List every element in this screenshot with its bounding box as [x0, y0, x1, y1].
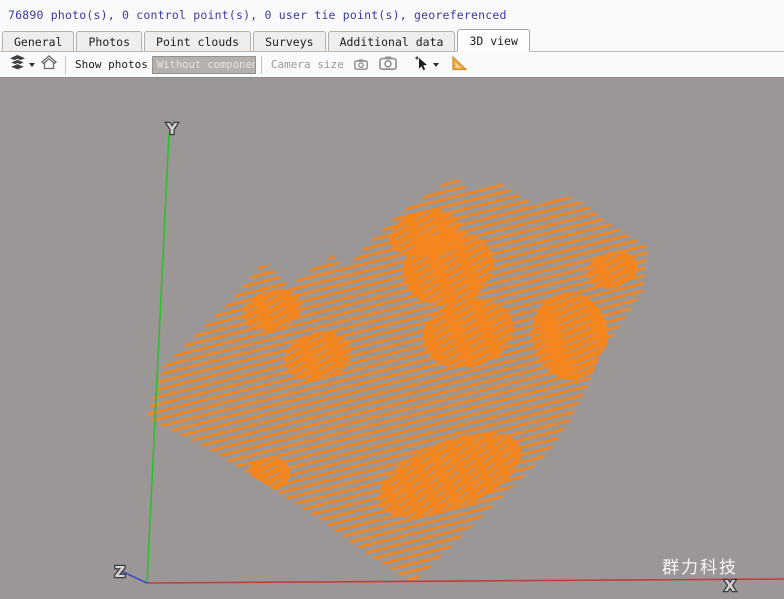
- viewport-3d-canvas: Y Z X 群力科技: [0, 78, 784, 599]
- chevron-down-icon: [433, 63, 439, 67]
- camera-small-icon: [354, 55, 368, 74]
- camera-size-large-button[interactable]: [379, 55, 397, 74]
- measure-tool-button[interactable]: [450, 55, 468, 75]
- viewport-3d[interactable]: Y Z X 群力科技: [0, 78, 784, 599]
- selection-tool-button[interactable]: [414, 55, 439, 75]
- home-icon: [41, 55, 57, 74]
- photogrammetry-app-window: 76890 photo(s), 0 control point(s), 0 us…: [0, 0, 784, 599]
- layers-icon: [9, 55, 26, 74]
- y-axis-label: Y: [166, 120, 179, 138]
- toolbar-separator: [261, 56, 262, 74]
- select-pointer-icon: [414, 55, 430, 75]
- component-filter-dropdown[interactable]: Without component: [152, 56, 256, 74]
- component-filter-value: Without component: [157, 59, 256, 71]
- measure-triangle-icon: [450, 55, 468, 75]
- home-view-button[interactable]: [41, 55, 57, 74]
- show-photos-label: Show photos: [75, 58, 148, 71]
- tab-additional-data[interactable]: Additional data: [328, 31, 456, 51]
- tab-photos[interactable]: Photos: [76, 31, 142, 51]
- view-toolbar: Show photos Without component Camera siz…: [0, 52, 784, 78]
- x-axis-label: X: [724, 577, 736, 595]
- z-axis-label: Z: [115, 563, 126, 581]
- camera-size-label: Camera size: [271, 58, 344, 71]
- tab-surveys[interactable]: Surveys: [253, 31, 325, 51]
- vendor-watermark: 群力科技: [662, 558, 738, 578]
- camera-size-small-button[interactable]: [354, 55, 368, 74]
- tab-strip: General Photos Point clouds Surveys Addi…: [0, 30, 784, 52]
- block-summary-bar: 76890 photo(s), 0 control point(s), 0 us…: [0, 0, 784, 30]
- toolbar-separator: [65, 56, 66, 74]
- block-summary-text: 76890 photo(s), 0 control point(s), 0 us…: [8, 8, 507, 22]
- camera-large-icon: [379, 55, 397, 74]
- tab-general[interactable]: General: [2, 31, 74, 51]
- tab-3d-view[interactable]: 3D view: [457, 29, 529, 52]
- chevron-down-icon: [29, 63, 35, 67]
- tab-point-clouds[interactable]: Point clouds: [144, 31, 251, 51]
- layers-button[interactable]: [9, 55, 35, 74]
